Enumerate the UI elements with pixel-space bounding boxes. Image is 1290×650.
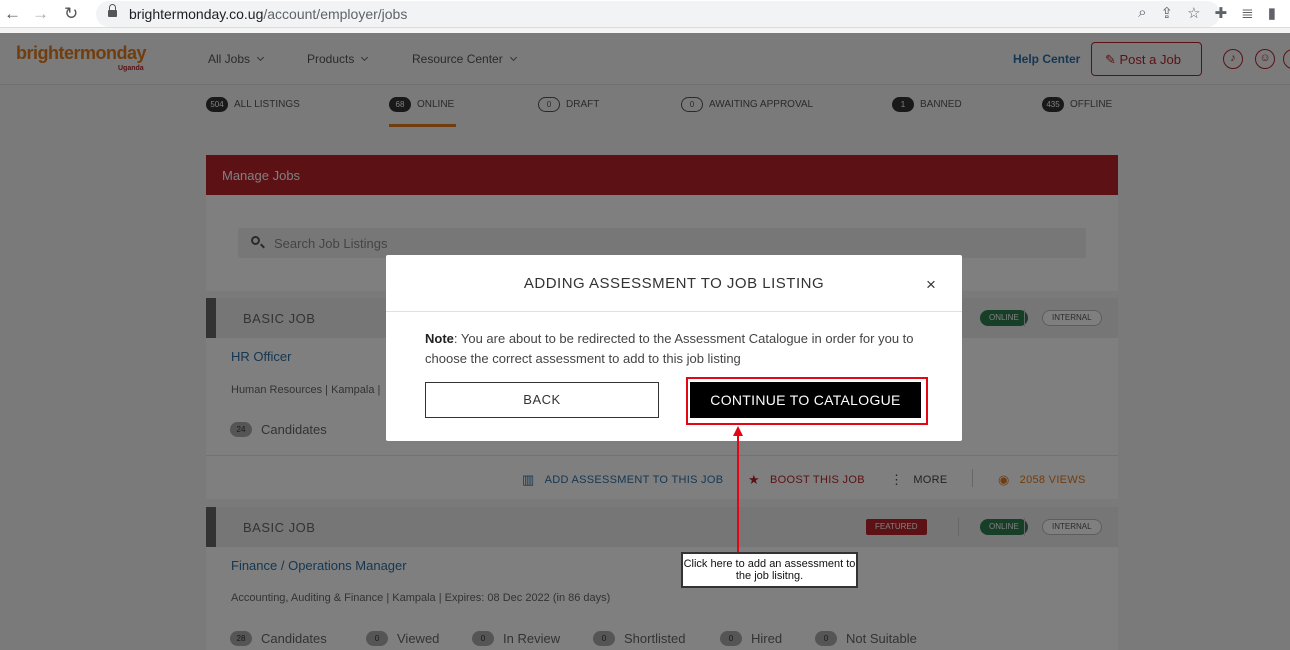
zoom-icon[interactable]: ⌕ xyxy=(1138,4,1146,22)
annotation-highlight-box xyxy=(686,377,928,425)
forward-arrow-icon[interactable]: → xyxy=(32,4,49,24)
address-bar[interactable]: brightermonday.co.ug/account/employer/jo… xyxy=(96,1,1220,27)
modal-title: ADDING ASSESSMENT TO JOB LISTING xyxy=(523,275,825,292)
share-icon[interactable]: ⇪ xyxy=(1161,4,1174,22)
back-button[interactable]: BACK xyxy=(425,382,659,418)
reading-list-icon[interactable]: ≣ xyxy=(1241,4,1254,22)
note-label: Note xyxy=(425,331,454,346)
annotation-callout: Click here to add an assessment to the j… xyxy=(681,552,858,588)
url-text: brightermonday.co.ug/account/employer/jo… xyxy=(129,6,408,22)
modal-note: Note: You are about to be redirected to … xyxy=(425,329,925,369)
close-icon[interactable]: × xyxy=(926,276,940,293)
star-icon[interactable]: ☆ xyxy=(1187,4,1200,22)
annotation-arrow-line xyxy=(737,432,739,552)
back-arrow-icon[interactable]: ← xyxy=(4,4,21,24)
browser-actions: ⌕ ⇪ ☆ ✚ ≣ ▮ xyxy=(1138,4,1276,22)
modal-divider xyxy=(386,311,962,312)
side-panel-icon[interactable]: ▮ xyxy=(1268,4,1276,22)
reload-icon[interactable]: ↻ xyxy=(64,4,78,24)
extensions-icon[interactable]: ✚ xyxy=(1215,4,1228,22)
lock-icon xyxy=(108,4,117,18)
note-text: : You are about to be redirected to the … xyxy=(425,331,914,366)
browser-toolbar: ← → ↻ brightermonday.co.ug/account/emplo… xyxy=(0,0,1290,28)
